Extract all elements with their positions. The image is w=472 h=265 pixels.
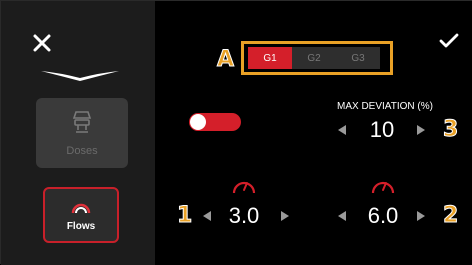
flows-label: Flows (66, 220, 96, 232)
flow-2-value: 6.0 (367, 203, 399, 228)
max-deviation-decrease-button[interactable] (338, 125, 346, 135)
flow-1-decrease-button[interactable] (203, 211, 211, 221)
grinder-g3-button[interactable]: G3 (336, 47, 380, 69)
app-window: Doses Flows A G1 G2 G3 MAX DEVIATION (%)… (0, 0, 472, 265)
toggle-knob (190, 114, 206, 130)
grinder-g1-button[interactable]: G1 (248, 47, 292, 69)
flow-2-increase-button[interactable] (417, 211, 425, 221)
sidebar: Doses Flows (1, 1, 155, 265)
grinder-selector: G1 G2 G3 (241, 41, 393, 75)
flow-2-gauge-icon (371, 181, 395, 194)
annotation-2: 2 (442, 203, 459, 229)
doses-tab[interactable]: Doses (36, 98, 128, 168)
enable-toggle[interactable] (189, 113, 241, 131)
annotation-a: A (216, 47, 235, 73)
flow-2-decrease-button[interactable] (338, 211, 346, 221)
flow-1-increase-button[interactable] (281, 211, 289, 221)
flow-gauge-icon (71, 203, 91, 213)
close-icon[interactable] (31, 32, 53, 54)
annotation-3: 3 (442, 117, 459, 143)
max-deviation-label: MAX DEVIATION (%) (337, 101, 433, 112)
max-deviation-value: 10 (369, 117, 395, 142)
flow-1-gauge-icon (232, 181, 256, 194)
doses-label: Doses (66, 145, 98, 157)
wings-logo-icon (41, 71, 119, 81)
checkmark-icon[interactable] (439, 32, 459, 50)
annotation-1: 1 (176, 203, 193, 229)
grinder-g2-button[interactable]: G2 (292, 47, 336, 69)
grinder-icon (72, 111, 92, 133)
flows-tab[interactable]: Flows (43, 187, 119, 243)
flow-1-value: 3.0 (228, 203, 260, 228)
max-deviation-increase-button[interactable] (417, 125, 425, 135)
